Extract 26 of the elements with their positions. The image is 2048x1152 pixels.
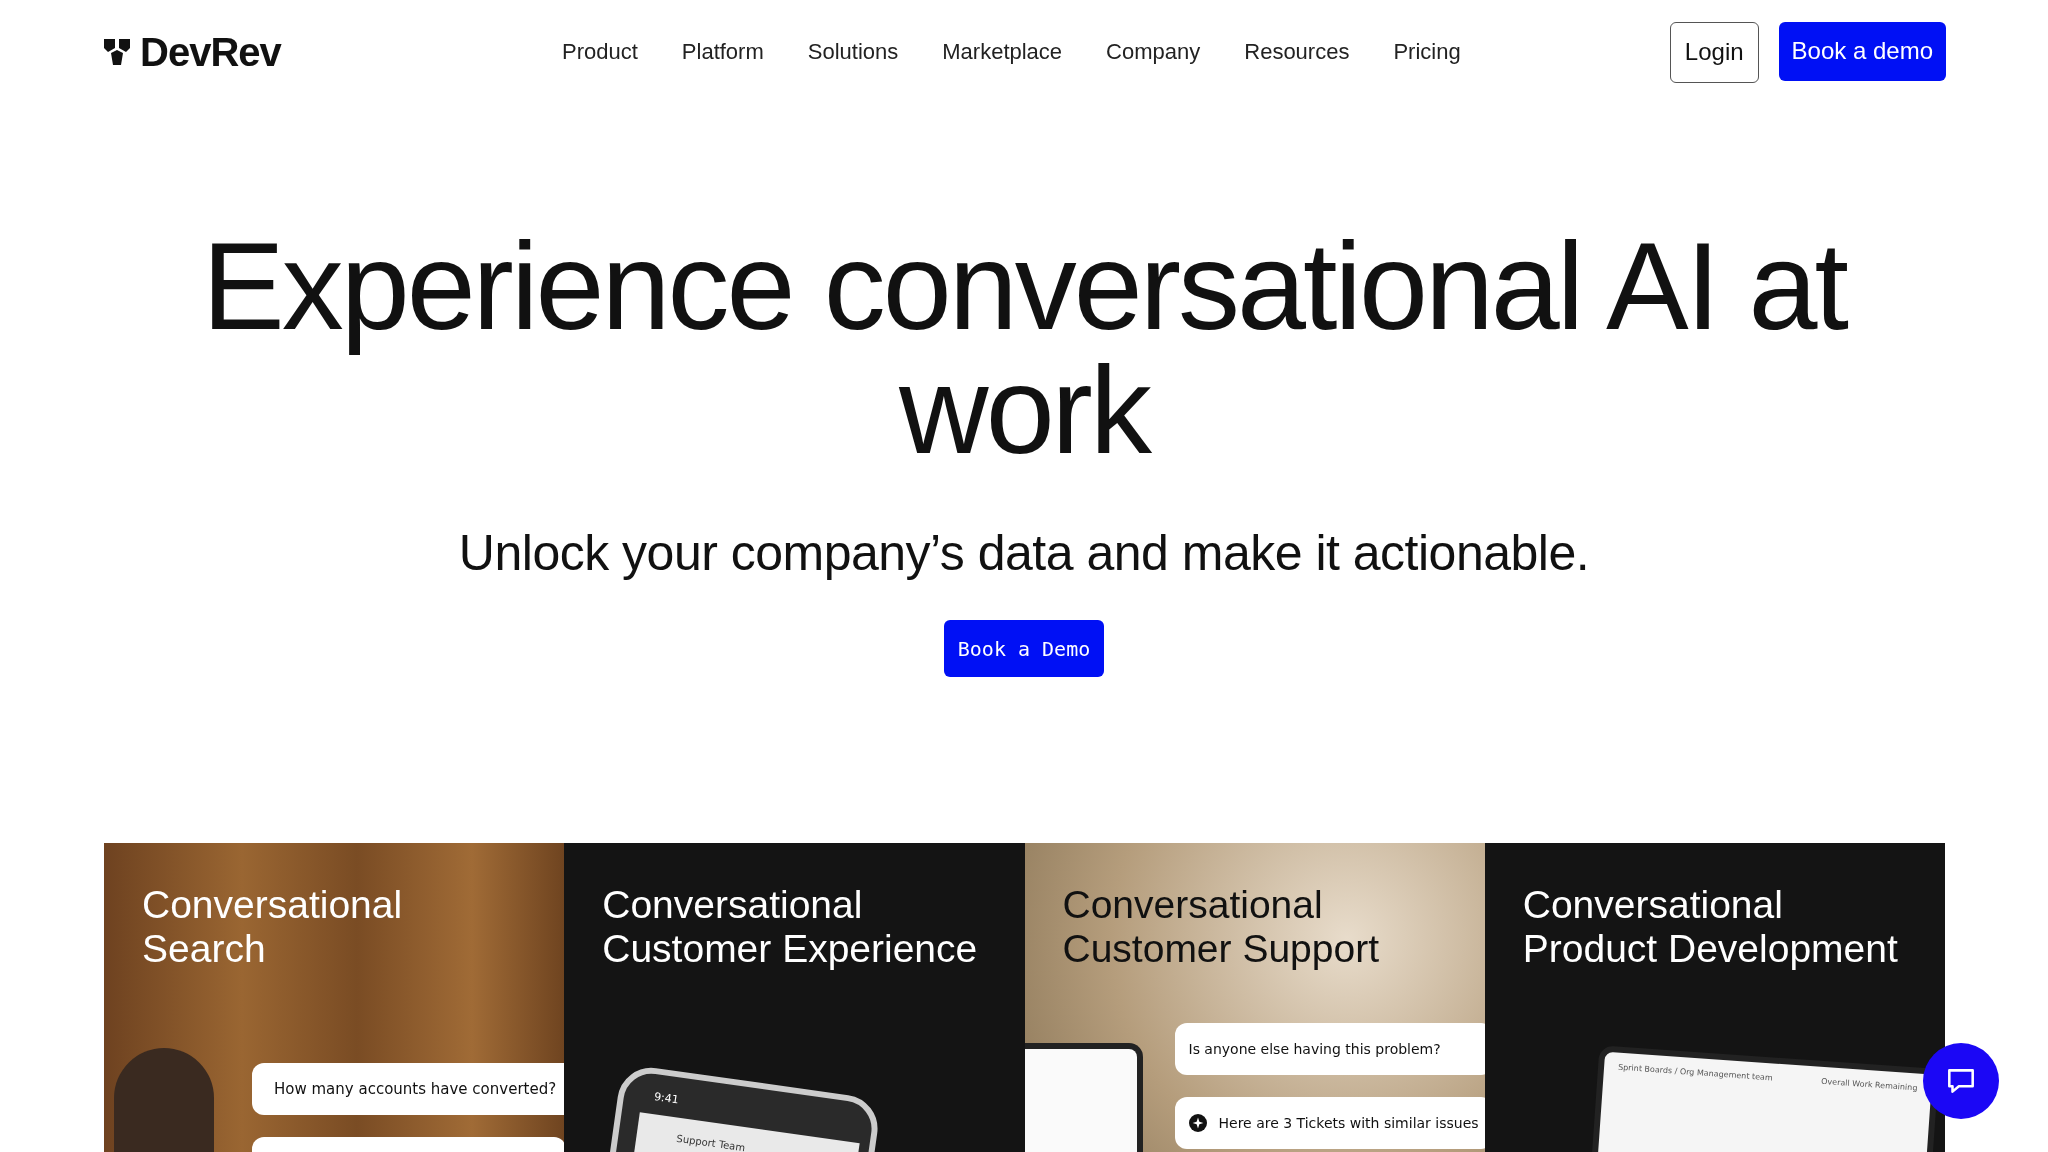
card-title: Conversational Product Development: [1522, 883, 1899, 971]
nav-link[interactable]: Marketplace: [942, 39, 1063, 65]
nav-link[interactable]: Product: [562, 39, 638, 65]
login-button[interactable]: Login: [1669, 21, 1759, 83]
nav-link[interactable]: Resources: [1244, 39, 1350, 65]
card-title: Conversational Customer Support: [1062, 883, 1380, 971]
card-title: Conversational Search: [142, 883, 404, 971]
hero-heading: Experience conversational AI at work: [201, 224, 1848, 472]
nav-link[interactable]: Solutions: [807, 39, 899, 65]
phone-time: 9:41: [653, 1090, 680, 1107]
sparkle-icon: [1188, 1114, 1207, 1132]
hero-subtitle: Unlock your company’s data and make it actionable.: [458, 524, 1590, 582]
logo-icon: [102, 37, 132, 67]
chat-message: Here are 3 Tickets with similar issues: [1218, 1115, 1479, 1131]
chat-message: Is anyone else having this problem?: [1188, 1041, 1441, 1057]
chat-message: How many accounts have converted?: [274, 1080, 557, 1098]
card-title: Conversational Customer Experience: [602, 883, 979, 971]
book-demo-button[interactable]: Book a Demo: [943, 620, 1105, 677]
nav-link[interactable]: Platform: [681, 39, 764, 65]
nav-link[interactable]: Pricing: [1393, 39, 1461, 65]
book-demo-button[interactable]: Book a demo: [1778, 21, 1946, 81]
breadcrumb: Sprint Boards / Org Management team: [1617, 1062, 1773, 1085]
panel-title: Overall Work Remaining: [1820, 1076, 1918, 1095]
nav-link[interactable]: Company: [1106, 39, 1201, 65]
chat-header-label: Support Team: [676, 1132, 747, 1152]
logo-link[interactable]: DevRev: [102, 29, 402, 75]
